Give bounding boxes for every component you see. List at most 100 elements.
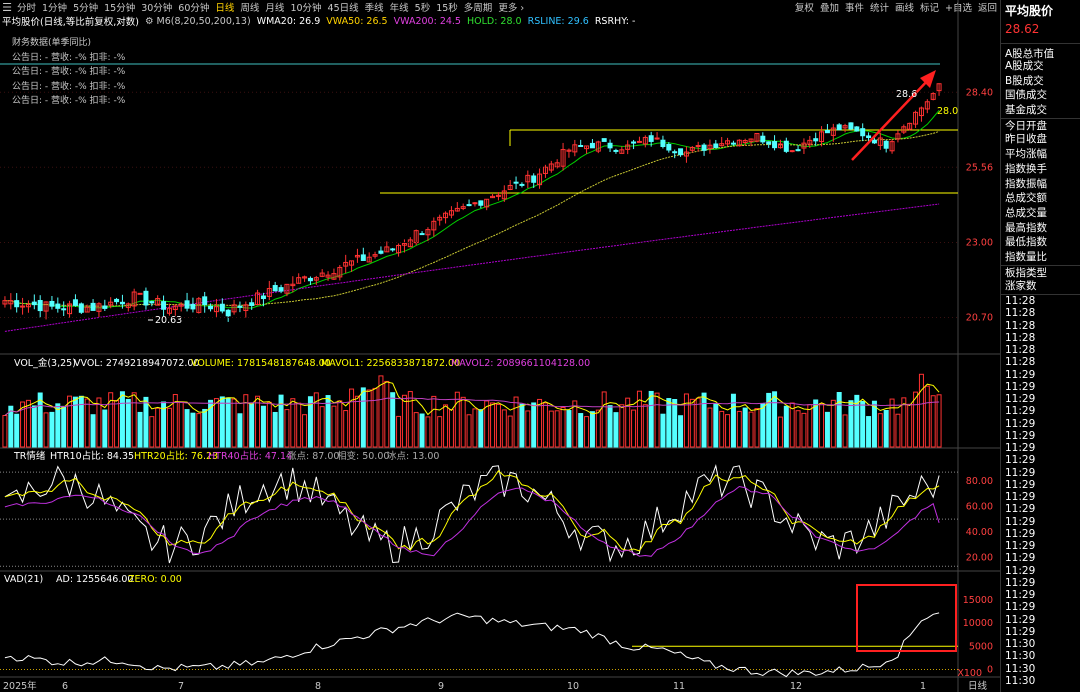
volume-bar [360, 387, 366, 448]
tick-time: 11:28 [1005, 295, 1036, 307]
vad-axis-label: 5000 [969, 641, 993, 652]
volume-bar [595, 409, 601, 448]
sidebar-item-10[interactable]: 总成交量 [1001, 206, 1080, 221]
volume-bar [736, 410, 742, 448]
volume-bar [178, 401, 184, 448]
sidebar-item-0[interactable]: A股成交 [1001, 59, 1080, 74]
candle-body [49, 300, 55, 307]
sidebar-item-4[interactable]: 今日开盘 [1001, 117, 1080, 133]
volume-bar [631, 409, 637, 448]
sidebar-item-5[interactable]: 昨日收盘 [1001, 132, 1080, 147]
tick-time: 11:28 [1005, 319, 1036, 332]
candle-body [161, 301, 167, 310]
volume-bar [302, 414, 308, 448]
vol-title-2: VOLUME: 1781548187648.00 [191, 358, 331, 369]
candle-body [613, 149, 619, 152]
volume-bar [401, 394, 407, 448]
tick-time: 11:29 [1005, 540, 1036, 552]
sidebar-item-1[interactable]: B股成交 [1001, 74, 1080, 89]
candle-body [14, 300, 20, 308]
x-axis-label: 1 [920, 681, 926, 692]
volume-bar [560, 406, 566, 448]
sidebar-item-7[interactable]: 指数换手 [1001, 162, 1080, 177]
tick-times: 11:28 11:28 11:28 11:28 11:28 11:28 11:29 11:29… [1001, 294, 1080, 687]
sidebar-item-11[interactable]: 最高指数 [1001, 221, 1080, 236]
candle-body [72, 299, 78, 306]
candle-body [360, 254, 366, 261]
tick-time: 11:30 [1005, 662, 1036, 675]
candle-body [824, 129, 830, 134]
tick-time: 11:29 [1005, 601, 1036, 614]
volume-bar [213, 398, 219, 448]
tick-time: 11:29 [1005, 527, 1036, 540]
volume-bar [31, 405, 37, 448]
volume-bar [672, 399, 678, 448]
volume-bar [842, 414, 848, 448]
volume-bar [49, 411, 55, 448]
volume-bar [149, 416, 155, 448]
tr-axis-label: 40.00 [966, 527, 993, 538]
volume-bar [407, 391, 413, 448]
volume-bar [889, 398, 895, 448]
vol-title-3: MAVOL1: 2256833871872.00 [321, 358, 460, 369]
candle-body [836, 124, 842, 131]
tr-title-5: 相变: 50.00 [337, 450, 389, 462]
sidebar-item-15[interactable]: 涨家数 [1001, 279, 1080, 294]
x-axis-label: 11 [673, 681, 685, 692]
sidebar-item-12[interactable]: 最低指数 [1001, 235, 1080, 250]
volume-bar [419, 413, 425, 448]
sidebar-item-2[interactable]: 国债成交 [1001, 88, 1080, 103]
volume-bar [14, 413, 20, 448]
volume-bar [260, 405, 266, 448]
tr-title-3: HTR40占比: 47.14 [208, 450, 292, 462]
candle-body [37, 300, 43, 312]
sidebar-item-3[interactable]: 基金成交 [1001, 103, 1080, 118]
volume-bar [548, 410, 554, 448]
candle-body [90, 302, 96, 311]
x-axis-label: 10 [567, 681, 579, 692]
volume-bar [742, 407, 748, 448]
volume-bar [225, 397, 231, 448]
volume-bar [231, 398, 237, 448]
tr-title-2: HTR20占比: 76.23 [134, 450, 218, 462]
volume-bar [61, 405, 67, 448]
candle-body [78, 303, 84, 313]
volume-bar [490, 402, 496, 448]
candle-body [713, 143, 719, 149]
price-axis-label: 23.00 [966, 237, 993, 248]
volume-bar [578, 413, 584, 448]
tr-title-4: 涨点: 87.00 [287, 451, 339, 462]
tick-time: 11:29 [1005, 442, 1036, 454]
volume-bar [431, 395, 437, 448]
volume-bar [219, 396, 225, 448]
sidebar-item-6[interactable]: 平均涨幅 [1001, 147, 1080, 162]
volume-bar [454, 391, 460, 448]
volume-bar [272, 411, 278, 448]
chart-canvas[interactable]: 28.6 28.0 20.63 20.70 23.00 25.56 28.40 VOL_金(3… [0, 0, 1000, 692]
vad-axis-label: 10000 [963, 618, 993, 629]
candle-body [149, 301, 155, 304]
vol-title-1: VVOL: 2749218947072.00 [74, 358, 200, 369]
sidebar-item-9[interactable]: 总成交额 [1001, 191, 1080, 206]
sidebar-item-8[interactable]: 指数振幅 [1001, 177, 1080, 192]
price-axis-label: 25.56 [966, 162, 993, 173]
sidebar-item-13[interactable]: 指数量比 [1001, 250, 1080, 265]
candle-body [854, 126, 860, 132]
candle-body [278, 287, 284, 292]
candle-body [249, 302, 255, 306]
volume-bar [237, 413, 243, 448]
candle-body [648, 135, 654, 142]
candle-body [772, 141, 778, 149]
tick-time: 11:29 [1005, 466, 1036, 479]
volume-bar [466, 414, 472, 448]
volume-bar [413, 412, 419, 448]
candle-body [137, 292, 143, 295]
volume-bar [84, 398, 90, 448]
tr-title-1: HTR10占比: 84.35 [50, 450, 134, 462]
volume-bar [689, 398, 695, 448]
volume-bar [155, 407, 161, 448]
sidebar-item-14[interactable]: 板指类型 [1001, 264, 1080, 280]
volume-bar [660, 413, 666, 448]
tr-title-0: TR情绪 [13, 450, 46, 462]
volume-bar [472, 408, 478, 448]
